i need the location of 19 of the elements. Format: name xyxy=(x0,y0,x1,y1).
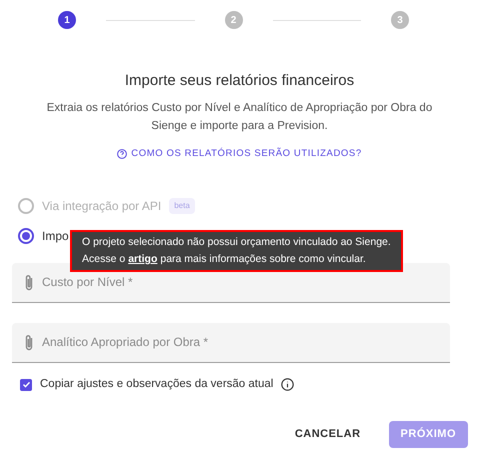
help-link[interactable]: COMO OS RELATÓRIOS SERÃO UTILIZADOS? xyxy=(117,146,362,161)
radio-label: Impo xyxy=(42,228,69,245)
step-indicator: 2 xyxy=(224,11,242,29)
checkbox[interactable] xyxy=(20,378,32,391)
file-upload-field[interactable]: Analítico Apropriado por Obra * xyxy=(12,322,450,363)
tooltip-text: O projeto selecionado não possui orçamento vinculado ao Sienge. xyxy=(82,235,391,250)
step-indicator: 1 xyxy=(58,11,76,29)
radio-button[interactable] xyxy=(18,228,34,244)
checkbox-label: Copiar ajustes e observações da versão atual xyxy=(40,377,274,392)
paperclip-icon xyxy=(24,274,34,292)
beta-badge: beta xyxy=(169,198,195,214)
cancel-button[interactable]: CANCELAR xyxy=(282,420,373,448)
radio-label: Via integração por API xyxy=(42,198,162,215)
help-icon xyxy=(117,148,128,159)
dialog-title: Importe seus relatórios financeiros xyxy=(124,71,354,91)
description-text: Extraia os relatórios Custo por Nível e Analítico de Apropriação por Obra do Sienge e importe para a Prevision. xyxy=(46,100,434,134)
paperclip-icon xyxy=(24,334,34,352)
info-icon[interactable] xyxy=(281,378,294,392)
step-indicator: 3 xyxy=(391,11,409,29)
